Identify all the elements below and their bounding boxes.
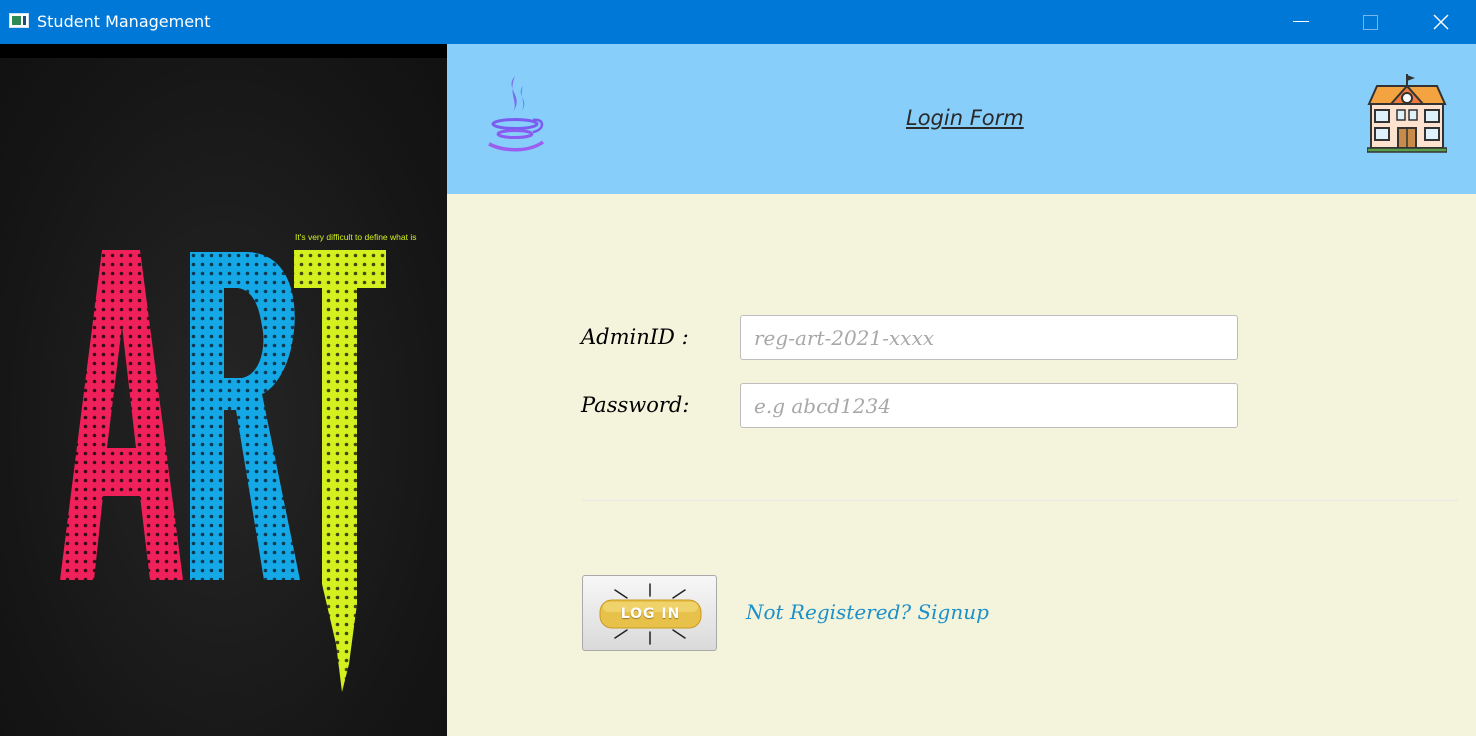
title-bar: Student Management — [0, 0, 1476, 44]
java-logo-icon — [488, 76, 545, 152]
app-icon — [9, 13, 29, 28]
form-separator — [582, 500, 1458, 501]
window-title: Student Management — [37, 12, 211, 31]
signup-link[interactable]: Not Registered? Signup — [746, 600, 989, 624]
school-building-icon — [1367, 74, 1447, 153]
maximize-button[interactable] — [1340, 0, 1400, 44]
art-poster-image: It's very difficult to define what is — [60, 232, 416, 692]
form-title: Login Form — [906, 106, 1024, 130]
login-button-label: LOG IN — [620, 606, 681, 622]
close-button[interactable] — [1410, 0, 1470, 44]
password-label: Password: — [581, 393, 690, 417]
art-poster-panel: It's very difficult to define what is — [0, 44, 447, 736]
login-button[interactable]: LOG IN — [582, 575, 717, 651]
art-tagline: It's very difficult to define what is — [295, 232, 416, 242]
minimize-button[interactable] — [1271, 0, 1331, 44]
admin-id-input[interactable] — [740, 315, 1238, 360]
admin-id-label: AdminID : — [581, 325, 689, 349]
password-input[interactable] — [740, 383, 1238, 428]
form-header: Login Form — [447, 44, 1476, 194]
form-body — [447, 194, 1476, 736]
close-icon — [1433, 14, 1449, 30]
